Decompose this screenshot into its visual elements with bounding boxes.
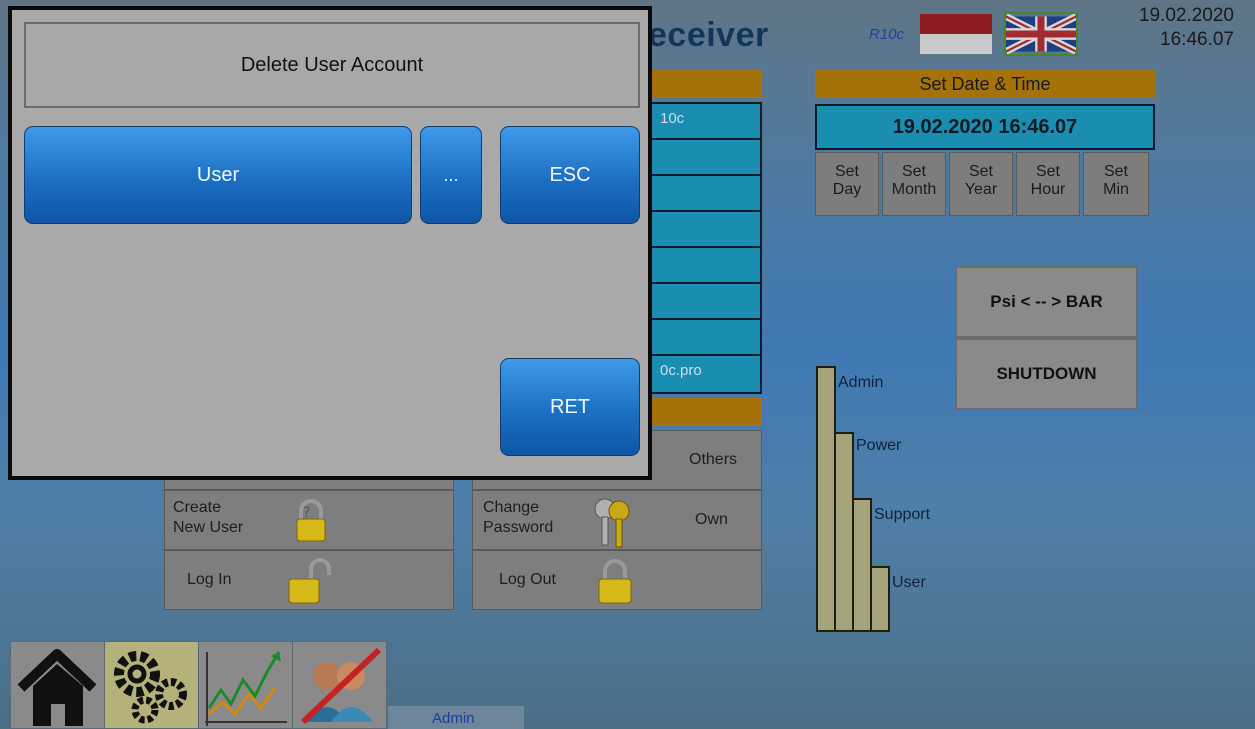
browse-users-button[interactable]: ...	[420, 126, 482, 224]
ret-button[interactable]: RET	[500, 358, 640, 456]
clock: 19.02.2020 16:46.07	[1094, 4, 1234, 52]
level-label-power: Power	[856, 437, 902, 454]
log-out-button[interactable]: Log Out	[472, 550, 762, 610]
others-label: Others	[689, 451, 738, 468]
psi-bar-toggle-button[interactable]: Psi < -- > BAR	[955, 266, 1138, 338]
log-in-label: Log In	[187, 571, 232, 588]
config-field[interactable]: 0c.pro	[650, 354, 762, 394]
indonesia-flag-icon[interactable]	[920, 14, 992, 54]
hour-label: Hour	[1030, 181, 1066, 198]
log-out-label: Log Out	[499, 571, 556, 588]
gears-icon	[114, 651, 187, 724]
set-min-button[interactable]: Set Min	[1083, 152, 1149, 216]
app-title: eceiver	[648, 16, 769, 54]
dialog-title: Delete User Account	[24, 22, 640, 108]
min-label: Min	[1103, 181, 1129, 198]
change-password-button[interactable]: Change Password Own	[472, 490, 762, 550]
shutdown-button[interactable]: SHUTDOWN	[955, 338, 1138, 410]
year-label: Year	[964, 181, 998, 198]
current-user-field: Admin	[388, 706, 524, 729]
set-year-button[interactable]: Set Year	[949, 152, 1013, 216]
change-line1: Change	[483, 499, 540, 516]
create-new-user-button[interactable]: Create New User ?	[164, 490, 454, 550]
config-field[interactable]	[650, 318, 762, 356]
level-label-user: User	[892, 574, 926, 591]
config-field[interactable]	[650, 282, 762, 320]
set-label: Set	[1103, 163, 1128, 180]
change-line2: Password	[483, 519, 554, 536]
config-field[interactable]: 10c	[650, 102, 762, 140]
level-label-support: Support	[874, 506, 931, 523]
set-day-button[interactable]: Set Day	[815, 152, 879, 216]
trend-chart-icon	[205, 651, 287, 726]
config-field[interactable]	[650, 174, 762, 212]
config-field[interactable]	[650, 138, 762, 176]
level-bar-support	[852, 498, 872, 632]
users-disabled-icon	[300, 647, 382, 725]
config-field[interactable]	[650, 246, 762, 284]
set-month-button[interactable]: Set Month	[882, 152, 946, 216]
users-button[interactable]	[292, 641, 387, 729]
home-icon	[17, 649, 97, 726]
config-field[interactable]	[650, 210, 762, 248]
lock-icon: ?	[296, 499, 326, 542]
model-label: R10c	[869, 26, 905, 43]
settings-button[interactable]	[104, 641, 199, 729]
locked-padlock-icon	[598, 559, 632, 604]
set-label: Set	[1035, 163, 1060, 180]
clock-date: 19.02.2020	[1138, 5, 1234, 26]
keys-icon	[594, 498, 630, 548]
unlocked-padlock-icon	[288, 558, 331, 604]
user-select-button[interactable]: User	[24, 126, 412, 224]
level-bar-user	[870, 566, 890, 632]
create-line2: New User	[173, 519, 244, 536]
month-label: Month	[891, 181, 937, 198]
uk-flag-icon[interactable]	[1004, 12, 1078, 56]
set-hour-button[interactable]: Set Hour	[1016, 152, 1080, 216]
svg-text:?: ?	[303, 505, 310, 521]
level-bar-admin	[816, 366, 836, 632]
panel-header-bar	[650, 70, 762, 98]
current-user-label: Admin	[432, 710, 475, 727]
delete-user-dialog: Delete User Account User ... ESC RET	[8, 6, 652, 480]
create-line1: Create	[173, 499, 222, 516]
esc-button[interactable]: ESC	[500, 126, 640, 224]
own-label: Own	[695, 511, 728, 528]
level-label-admin: Admin	[838, 374, 884, 391]
home-button[interactable]	[10, 641, 105, 729]
set-label: Set	[968, 163, 993, 180]
set-label: Set	[901, 163, 926, 180]
panel-footer-bar	[650, 398, 762, 426]
level-bar-power	[834, 432, 854, 632]
datetime-value: 19.02.2020 16:46.07	[815, 104, 1155, 150]
log-in-button[interactable]: Log In	[164, 550, 454, 610]
set-label: Set	[834, 163, 859, 180]
day-label: Day	[832, 181, 862, 198]
trend-button[interactable]	[198, 641, 293, 729]
datetime-header: Set Date & Time	[815, 70, 1155, 98]
clock-time: 16:46.07	[1160, 29, 1234, 50]
